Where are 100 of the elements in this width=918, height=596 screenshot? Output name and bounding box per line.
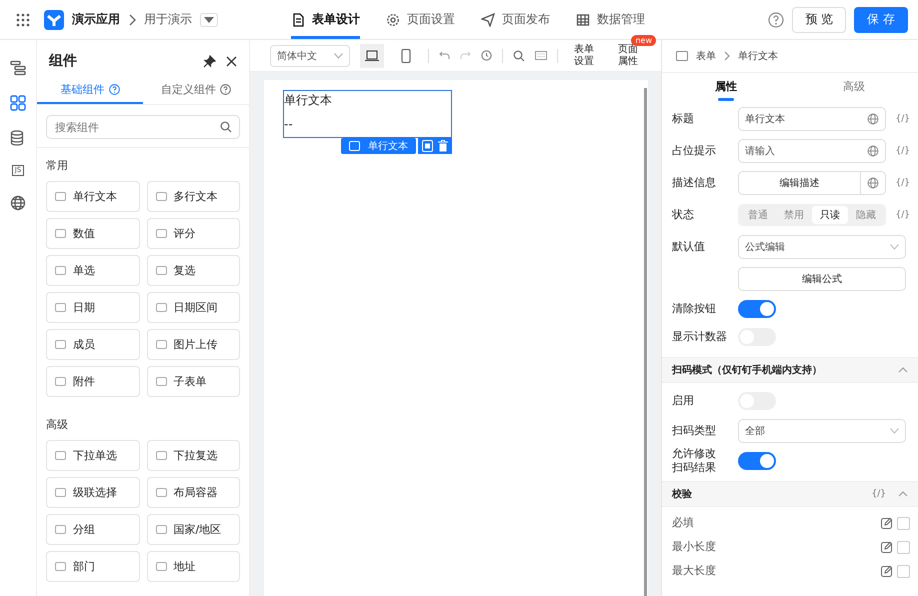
expression-toggle[interactable]: {/}: [890, 178, 910, 188]
history-icon[interactable]: [481, 50, 492, 61]
form-field[interactable]: 单行文本 --: [283, 90, 452, 138]
field-type-icon: [55, 376, 66, 387]
component-item[interactable]: 子表单: [146, 366, 240, 397]
component-item[interactable]: 布局容器: [146, 477, 240, 508]
apps-grid-icon[interactable]: [16, 12, 30, 26]
component-item[interactable]: 单选: [46, 255, 140, 286]
component-item[interactable]: 国家/地区: [146, 514, 240, 545]
help-icon[interactable]: [768, 12, 784, 28]
component-item[interactable]: 日期: [46, 292, 140, 323]
table-icon: [576, 12, 590, 26]
select-field[interactable]: 全部: [738, 419, 906, 443]
field-value: --: [284, 117, 294, 131]
component-item[interactable]: 下拉单选: [46, 440, 140, 471]
caret-down-icon: [204, 16, 214, 22]
text-field[interactable]: 请输入: [738, 139, 886, 163]
page-name[interactable]: 用于演示: [144, 11, 192, 28]
expression-toggle[interactable]: {/}: [890, 146, 910, 156]
expression-toggle[interactable]: {/}: [890, 210, 910, 220]
component-item[interactable]: 部门: [46, 551, 140, 582]
component-item[interactable]: 复选: [146, 255, 240, 286]
field-type-icon: [156, 265, 166, 276]
field-type-icon: [156, 339, 166, 350]
toolbar-link[interactable]: 页面属性: [618, 44, 640, 67]
component-item[interactable]: 评分: [146, 218, 240, 249]
language-select[interactable]: 简体中文: [270, 44, 350, 66]
text-field[interactable]: 单行文本: [738, 107, 886, 131]
database-icon[interactable]: [10, 130, 26, 146]
field-type-icon: [349, 141, 360, 151]
keyboard-icon[interactable]: [535, 51, 547, 60]
breadcrumb-item[interactable]: 表单: [696, 49, 716, 63]
edit-icon[interactable]: [881, 541, 893, 553]
component-item[interactable]: 图片上传: [146, 329, 240, 360]
page-dropdown-button[interactable]: [200, 12, 218, 26]
segment-option[interactable]: 只读: [812, 206, 848, 224]
search-icon[interactable]: [220, 121, 232, 133]
outline-icon[interactable]: [10, 60, 26, 76]
section-header[interactable]: 扫码模式（仅钉钉手机端内支持）: [662, 357, 918, 383]
edit-icon[interactable]: [881, 565, 893, 577]
checkbox[interactable]: [897, 540, 910, 554]
section-header[interactable]: 校验 {/}: [662, 481, 918, 507]
toggle-switch[interactable]: [738, 452, 776, 470]
property-label: 状态: [672, 208, 695, 222]
checkbox[interactable]: [897, 564, 910, 578]
component-item[interactable]: 成员: [46, 329, 140, 360]
component-item[interactable]: 级联选择: [46, 477, 140, 508]
chevron-up-icon[interactable]: [898, 367, 908, 373]
component-item[interactable]: 地址: [146, 551, 240, 582]
globe-icon[interactable]: [867, 113, 879, 125]
doc-icon: [291, 12, 305, 26]
component-item[interactable]: 下拉复选: [146, 440, 240, 471]
copy-icon[interactable]: [422, 140, 433, 152]
components-icon[interactable]: [10, 95, 26, 111]
component-item[interactable]: 数值: [46, 218, 140, 249]
component-item[interactable]: 日期区间: [146, 292, 240, 323]
edit-icon[interactable]: [881, 517, 893, 529]
segmented-control[interactable]: 普通 禁用 只读 隐藏: [738, 204, 886, 226]
property-tab[interactable]: 属性: [662, 73, 790, 103]
help-icon: [220, 84, 231, 94]
property-label: 标题: [672, 112, 695, 126]
checkbox[interactable]: [897, 516, 910, 530]
component-item[interactable]: 单行文本: [46, 181, 140, 212]
group-title: 常用: [46, 158, 69, 173]
pin-icon[interactable]: [203, 54, 216, 68]
property-tab[interactable]: 高级: [790, 73, 918, 103]
delete-icon[interactable]: [438, 140, 448, 152]
edit-button[interactable]: 编辑公式: [739, 268, 905, 290]
toolbar-link[interactable]: 表单设置: [574, 44, 596, 67]
preview-button[interactable]: 预 览: [792, 6, 846, 32]
breadcrumb-item[interactable]: 单行文本: [738, 49, 778, 63]
component-item[interactable]: 分组: [46, 514, 140, 545]
expression-toggle[interactable]: {/}: [866, 489, 886, 499]
nav-tab[interactable]: 页面发布: [481, 0, 550, 39]
globe-icon[interactable]: [867, 145, 879, 157]
laptop-icon[interactable]: [360, 44, 384, 68]
field-type-icon: [55, 191, 66, 202]
gear-icon: [386, 12, 400, 26]
select-field[interactable]: 公式编辑: [738, 235, 906, 259]
chevron-up-icon[interactable]: [898, 491, 908, 497]
component-tab[interactable]: 基础组件: [37, 76, 143, 104]
component-item[interactable]: 多行文本: [146, 181, 240, 212]
component-item[interactable]: 附件: [46, 366, 140, 397]
search-icon[interactable]: [513, 50, 525, 62]
toggle-switch[interactable]: [738, 300, 776, 318]
nav-tab[interactable]: 页面设置: [386, 0, 455, 39]
globe-icon[interactable]: [10, 195, 26, 211]
field-type-icon: [55, 228, 66, 239]
field-type-icon: [156, 376, 166, 387]
app-name[interactable]: 演示应用: [72, 11, 120, 28]
field-type-icon: [156, 302, 166, 313]
close-icon[interactable]: [226, 56, 237, 66]
field-type-icon: [55, 450, 66, 461]
search-field[interactable]: 搜索组件: [46, 115, 240, 139]
undo-icon[interactable]: [439, 51, 450, 60]
save-button[interactable]: 保 存: [854, 6, 908, 32]
expression-toggle[interactable]: {/}: [890, 114, 910, 124]
component-tab[interactable]: 自定义组件: [143, 76, 249, 104]
chevron-down-icon: [890, 428, 899, 434]
field-type-icon: [55, 339, 66, 350]
